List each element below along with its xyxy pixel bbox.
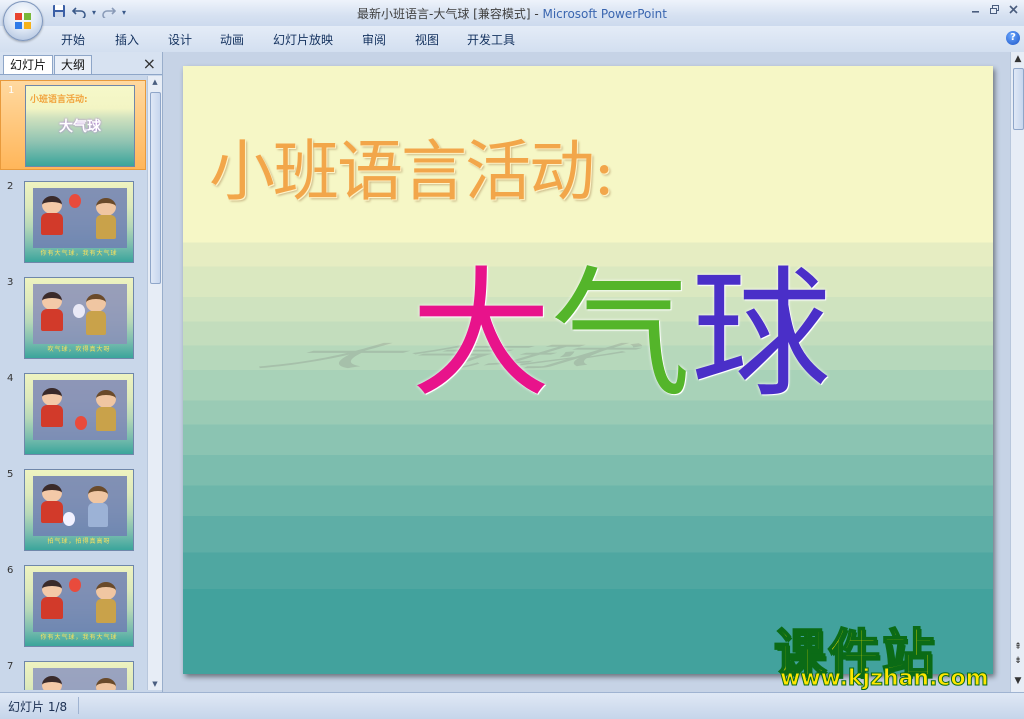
window-title: 最新小班语言-大气球 [兼容模式] - Microsoft PowerPoint: [357, 7, 667, 21]
thumb-subtitle: 大气球: [59, 119, 101, 135]
slide-title[interactable]: 小班语言活动:: [209, 118, 615, 214]
watermark-logo: 课件站 www.kjzhan.com: [773, 612, 1014, 694]
tab-developer[interactable]: 开发工具: [467, 31, 515, 48]
thumb-caption: 你有大气球，我有大气球: [40, 250, 118, 257]
wordart-title[interactable]: 大气球: [411, 266, 831, 406]
scroll-up-icon[interactable]: ▲: [1011, 54, 1024, 64]
slide-preview: 拍气球，拍得真高呀: [24, 469, 134, 551]
slide-indicator: 幻灯片 1/8: [8, 700, 68, 714]
wordart-char-1: 大: [411, 254, 552, 417]
pane-tabs: 幻灯片 大纲 ×: [0, 52, 162, 75]
watermark-url: www.kjzhan.com: [780, 666, 990, 692]
slide-thumbnail-5[interactable]: 5 拍气球，拍得真高呀: [0, 465, 146, 555]
scroll-down-icon[interactable]: ▼: [148, 678, 162, 690]
scroll-thumb[interactable]: [150, 92, 161, 284]
tab-view[interactable]: 视图: [415, 31, 439, 48]
slide-preview: 你有大气球，我有大气球: [24, 181, 134, 263]
status-divider: [78, 697, 79, 714]
tab-insert[interactable]: 插入: [115, 31, 139, 48]
slide-preview: [24, 661, 134, 690]
slide-editor: 小班语言活动: 大气球 大气球 ▲ ⇞ ⇟ ▼: [163, 52, 1024, 692]
thumbnail-list: 1 小班语言活动: 大气球 2 你有大气球，我有大气球 3 吹气球，吹得真大呀 …: [0, 76, 146, 690]
slide-thumbnail-3[interactable]: 3 吹气球，吹得真大呀: [0, 273, 146, 363]
tab-slideshow[interactable]: 幻灯片放映: [273, 31, 333, 48]
slide-scrollbar[interactable]: ▲ ⇞ ⇟ ▼: [1010, 52, 1024, 692]
tab-outline[interactable]: 大纲: [54, 55, 93, 74]
kids-illustration: [33, 284, 127, 344]
slide-preview: [24, 373, 134, 455]
thumb-caption: 吹气球，吹得真大呀: [47, 346, 111, 353]
slide-number: 1: [8, 85, 15, 96]
tab-home[interactable]: 开始: [61, 31, 85, 48]
slides-pane: 幻灯片 大纲 × 1 小班语言活动: 大气球 2 你有大气球，我有大气球 3 吹…: [0, 52, 163, 692]
slide-preview: 你有大气球，我有大气球: [24, 565, 134, 647]
thumbnail-scrollbar[interactable]: ▲ ▼: [147, 76, 162, 690]
slide-number: 6: [7, 565, 14, 576]
slide-number: 2: [7, 181, 14, 192]
office-logo-icon: [15, 13, 31, 29]
slide-number: 3: [7, 277, 14, 288]
slide-number: 5: [7, 469, 14, 480]
window-controls: [971, 4, 1018, 17]
slide-thumbnail-2[interactable]: 2 你有大气球，我有大气球: [0, 177, 146, 267]
slide-number: 7: [7, 661, 14, 672]
slide-thumbnail-7[interactable]: 7: [0, 657, 146, 690]
slide-thumbnail-4[interactable]: 4: [0, 369, 146, 459]
close-pane-icon[interactable]: ×: [143, 54, 156, 73]
kids-illustration: [33, 572, 127, 632]
wordart-char-2: 气: [551, 254, 692, 417]
wordart-char-3: 球: [691, 254, 832, 417]
office-button[interactable]: [3, 1, 43, 41]
kids-illustration: [33, 668, 127, 690]
help-icon[interactable]: ?: [1006, 31, 1020, 45]
ribbon-tabs: 开始 插入 设计 动画 幻灯片放映 审阅 视图 开发工具 ?: [0, 26, 1024, 53]
thumb-title: 小班语言活动:: [30, 95, 88, 105]
restore-icon[interactable]: [990, 4, 999, 17]
status-bar: 幻灯片 1/8: [0, 692, 1024, 719]
kids-illustration: [33, 476, 127, 536]
kids-illustration: [33, 188, 127, 248]
slide-preview: 吹气球，吹得真大呀: [24, 277, 134, 359]
close-icon[interactable]: [1009, 4, 1018, 17]
title-bar: ▾ ▾ 最新小班语言-大气球 [兼容模式] - Microsoft PowerP…: [0, 0, 1024, 26]
slide-thumbnail-6[interactable]: 6 你有大气球，我有大气球: [0, 561, 146, 651]
slide-preview: 小班语言活动: 大气球: [25, 85, 135, 167]
slide-canvas[interactable]: 小班语言活动: 大气球 大气球: [183, 66, 993, 674]
tab-animations[interactable]: 动画: [220, 31, 244, 48]
slide-thumbnail-1[interactable]: 1 小班语言活动: 大气球: [0, 80, 146, 170]
thumb-caption: 你有大气球，我有大气球: [40, 634, 118, 641]
tab-review[interactable]: 审阅: [362, 31, 386, 48]
slide-number: 4: [7, 373, 14, 384]
scroll-up-icon[interactable]: ▲: [148, 76, 162, 88]
scroll-thumb[interactable]: [1013, 68, 1024, 130]
tab-design[interactable]: 设计: [168, 31, 192, 48]
tab-slides[interactable]: 幻灯片: [3, 55, 54, 74]
kids-illustration: [33, 380, 127, 440]
thumb-caption: 拍气球，拍得真高呀: [47, 538, 111, 545]
minimize-icon[interactable]: [971, 4, 980, 17]
